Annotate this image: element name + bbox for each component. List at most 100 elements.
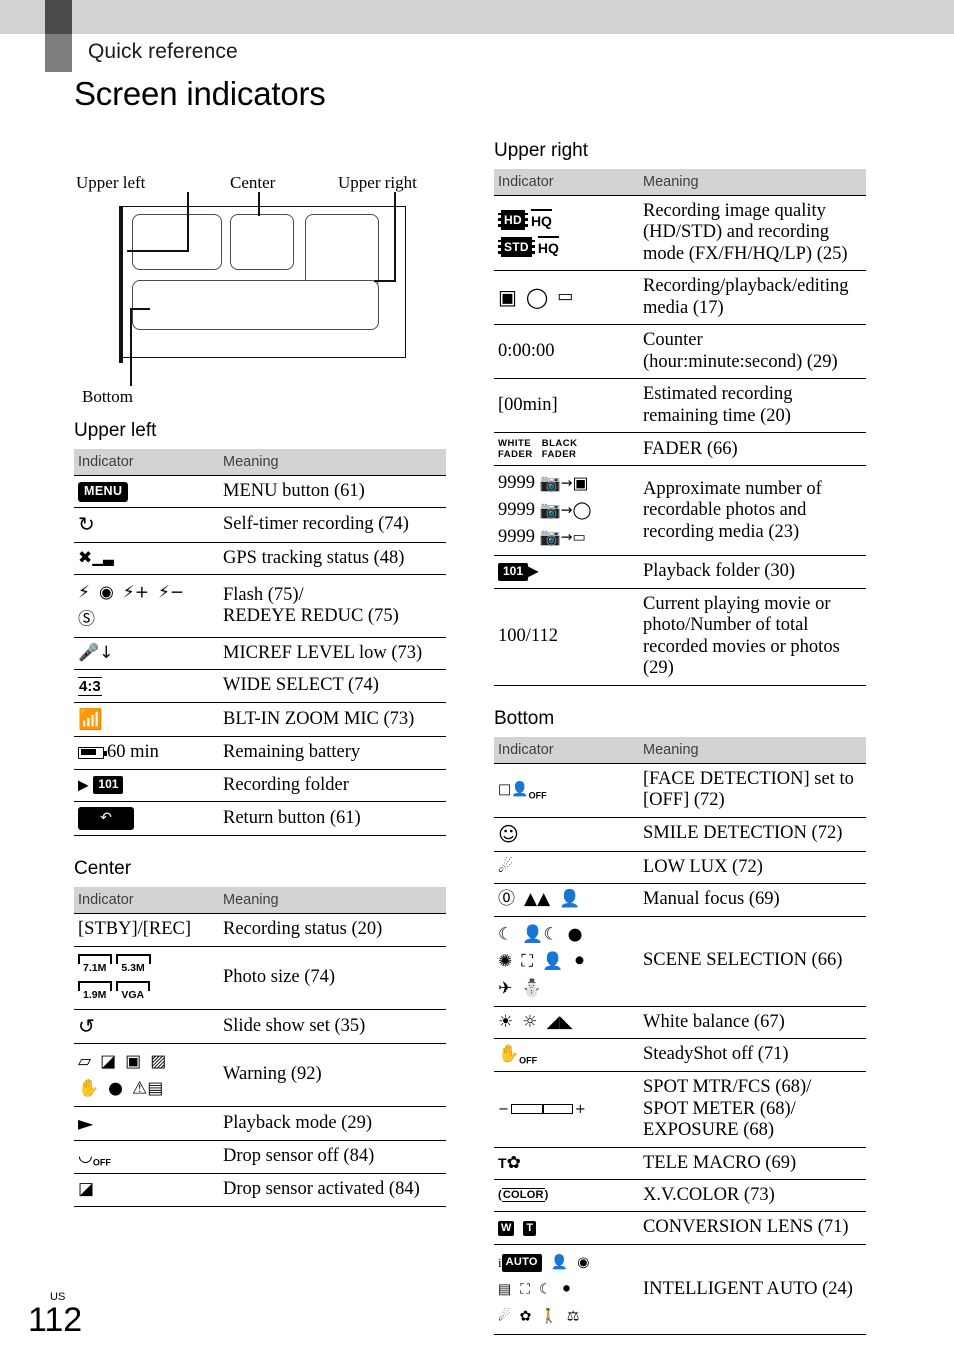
meaning-cell: GPS tracking status (48) (219, 541, 446, 575)
recording-folder-icon: 101 (93, 776, 124, 795)
meaning-cell: Flash (75)/ REDEYE REDUC (75) (219, 574, 446, 638)
scene-row-3: ✈ ⛄ (498, 976, 635, 1001)
return-button-icon: ↶ (78, 807, 134, 831)
intelligent-auto-row-2: ▤ ⛶ ☾ ⚫ (498, 1277, 635, 1302)
meaning-cell: Warning (92) (219, 1042, 446, 1107)
alert-triangle-icon: ⚠ (132, 1078, 148, 1099)
meaning-text: SPOT MTR/FCS (68)/ SPOT METER (68)/ EXPO… (643, 1077, 812, 1141)
indicator-cell: ⚡ ◉ ⚡+ ⚡− Ⓢ (74, 574, 219, 638)
drop-sensor-off-icon: ◡ (78, 1145, 93, 1166)
auto-badge-icon: AUTO (501, 1253, 542, 1272)
table-row: WHITE FADER BLACK FADER FADER (66) (494, 432, 866, 466)
ia-night-portrait-icon: ⚫ (560, 1281, 573, 1298)
meaning-cell: Slide show set (35) (219, 1008, 446, 1044)
diagram-label-center: Center (230, 173, 276, 192)
flash-warning-icon: ● (108, 1078, 124, 1099)
flash-minus-icon: ⚡− (157, 582, 185, 603)
meaning-cell: SPOT MTR/FCS (68)/ SPOT METER (68)/ EXPO… (639, 1071, 866, 1147)
table-row: ► Playback mode (29) (74, 1105, 446, 1141)
manual-focus-icon: ⓪ (498, 889, 515, 910)
indicator-cell: 60 min (74, 736, 219, 770)
ia-portrait-icon: 👤 (550, 1254, 569, 1271)
redeye-icon: ◉ (98, 582, 114, 603)
indicator-cell: ▱ ◪ ▣ ▨ ✋ ● ⚠▤ (74, 1042, 219, 1107)
signal-bars-icon: ▁▃ (92, 550, 114, 567)
photo-count-3: 9999 (498, 527, 535, 548)
intelligent-auto-row-1: i AUTO 👤 ◉ (498, 1250, 635, 1275)
micref-level-icon: 🎤↓ (78, 642, 114, 663)
table-row: [00min] Estimated recording remaining ti… (494, 378, 866, 433)
indicator-cell: ⓪ ▲▲ 👤 (494, 883, 639, 917)
gps-satellite-icon: ✖ (78, 547, 93, 568)
photo-count-2: 9999 (498, 500, 535, 521)
indicator-cell: 0:00:00 (494, 324, 639, 379)
face-detection-off-icon: □👤 (498, 781, 529, 798)
hard-disk-icon: ◯ (525, 285, 549, 310)
indicator-cell: ✖▁▃ (74, 541, 219, 575)
triangle-right-icon: ▶ (78, 777, 89, 794)
table-row: ▱ ◪ ▣ ▨ ✋ ● ⚠▤ Warning (92) (74, 1042, 446, 1107)
ia-night-icon: ☾ (539, 1281, 552, 1298)
table-row: ☀ ☼ ◢◣ White balance (67) (494, 1005, 866, 1039)
indicator-cell: [STBY]/[REC] (74, 913, 219, 947)
std-quality-icon: STD (498, 236, 535, 258)
photo-size-row-2: 1.9M VGA (78, 979, 215, 1004)
meaning-cell: SMILE DETECTION (72) (639, 816, 866, 852)
photo-size-row-1: 7.1M 5.3M (78, 952, 215, 977)
table-row: ☄ LOW LUX (72) (494, 850, 866, 884)
table-row: 0:00:00 Counter (hour:minute:second) (29… (494, 324, 866, 379)
meaning-cell: Recording folder (219, 768, 446, 802)
table-row: 101 ▶ Playback folder (30) (494, 555, 866, 589)
diagram-label-upper-right: Upper right (338, 173, 417, 192)
meaning-cell: WIDE SELECT (74) (219, 669, 446, 703)
playback-mode-icon: ► (78, 1110, 94, 1135)
page-number: 112 (28, 1301, 83, 1340)
meaning-text: Flash (75)/ REDEYE REDUC (75) (223, 584, 399, 627)
indicator-cell: ↻ (74, 507, 219, 543)
diagram-region-center (230, 214, 294, 270)
std-quality-row: STD HQ (498, 234, 635, 259)
landscape-icon: ⛶ (521, 950, 534, 971)
table-row: ↶ Return button (61) (74, 801, 446, 837)
ia-lowlux-icon: ☄ (498, 1308, 511, 1325)
meaning-cell: LOW LUX (72) (639, 850, 866, 884)
indicator-cell: 4:3 (74, 669, 219, 703)
indicator-cell: ☄ (494, 850, 639, 884)
indicator-cell: ☺ (494, 816, 639, 852)
spotlight-icon: ⚫ (572, 950, 587, 971)
meaning-cell: Playback mode (29) (219, 1105, 446, 1141)
camera-icon-3: 📷 (539, 527, 561, 548)
white-fader-line2: FADER (498, 449, 533, 461)
table-row: ◪ Drop sensor activated (84) (74, 1173, 446, 1207)
indicator-cell: ↺ (74, 1008, 219, 1044)
meaning-cell: Photo size (74) (219, 945, 446, 1010)
playback-folder-icon: 101 (498, 563, 529, 582)
diagram-label-upper-left: Upper left (76, 173, 146, 192)
column-header-meaning: Meaning (219, 887, 446, 914)
scene-row-1: ☾ 👤☾ ● (498, 922, 635, 947)
diagram-region-bottom (132, 280, 379, 330)
section-heading-upper-left: Upper left (74, 420, 157, 441)
meaning-cell: TELE MACRO (69) (639, 1146, 866, 1180)
camera-icon-1: 📷 (539, 473, 561, 494)
column-header-indicator: Indicator (494, 736, 639, 764)
diagram-leader-upper-right-h (374, 280, 396, 282)
table-row: T✿ TELE MACRO (69) (494, 1146, 866, 1180)
flash-off-icon-group: Ⓢ (78, 607, 215, 632)
diagram-leader-bottom-h (130, 308, 150, 310)
xv-color-icon: (COLOR) (498, 1188, 549, 1203)
column-header-meaning: Meaning (639, 169, 866, 196)
zoom-mic-icon: 📶 (78, 706, 103, 731)
triangle-right-icon: ▶ (528, 564, 539, 581)
table-row: ☾ 👤☾ ● ✺ ⛶ 👤 ⚫ ✈ ⛄ SCENE SELECTION (66) (494, 915, 866, 1007)
outdoor-wb-icon: ☀ (498, 1011, 514, 1032)
xv-color-label: COLOR (501, 1188, 545, 1203)
indicator-cell: □👤OFF (494, 762, 639, 818)
hq-mode-label-std: HQ (537, 235, 559, 258)
fireworks-icon: ✺ (498, 950, 513, 971)
meaning-cell: Drop sensor activated (84) (219, 1173, 446, 1207)
temperature-warning-icon: ▤ (147, 1078, 164, 1099)
face-detection-off-label: OFF (528, 790, 547, 801)
column-header-indicator: Indicator (74, 887, 219, 914)
indicator-cell: ◪ (74, 1173, 219, 1207)
